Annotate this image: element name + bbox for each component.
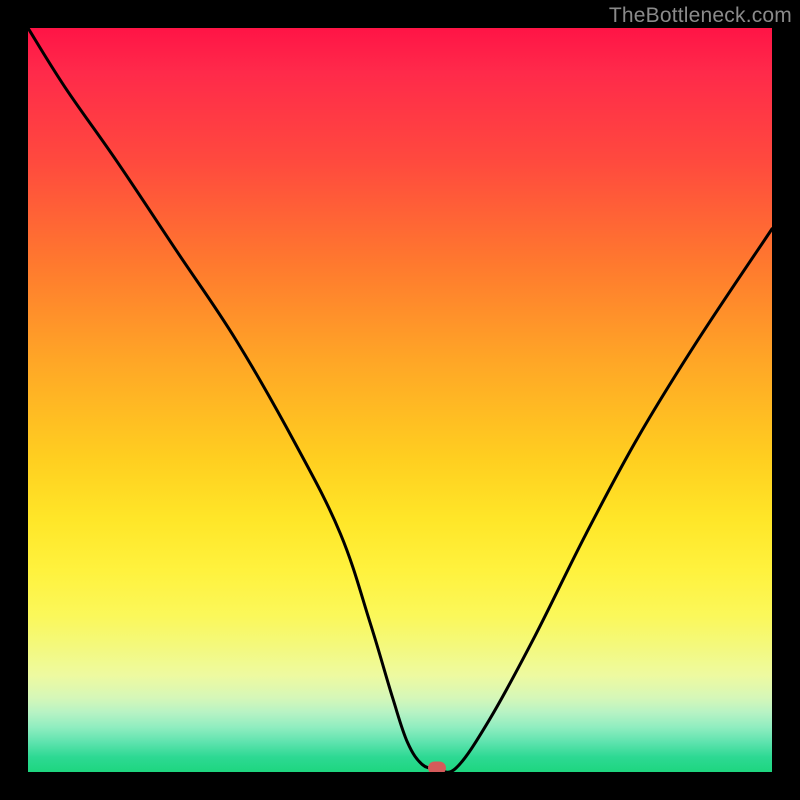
- watermark-text: TheBottleneck.com: [609, 4, 792, 28]
- plot-area: [28, 28, 772, 772]
- chart-frame: TheBottleneck.com: [0, 0, 800, 800]
- bottleneck-point-marker: [428, 762, 446, 772]
- bottleneck-curve: [28, 28, 772, 772]
